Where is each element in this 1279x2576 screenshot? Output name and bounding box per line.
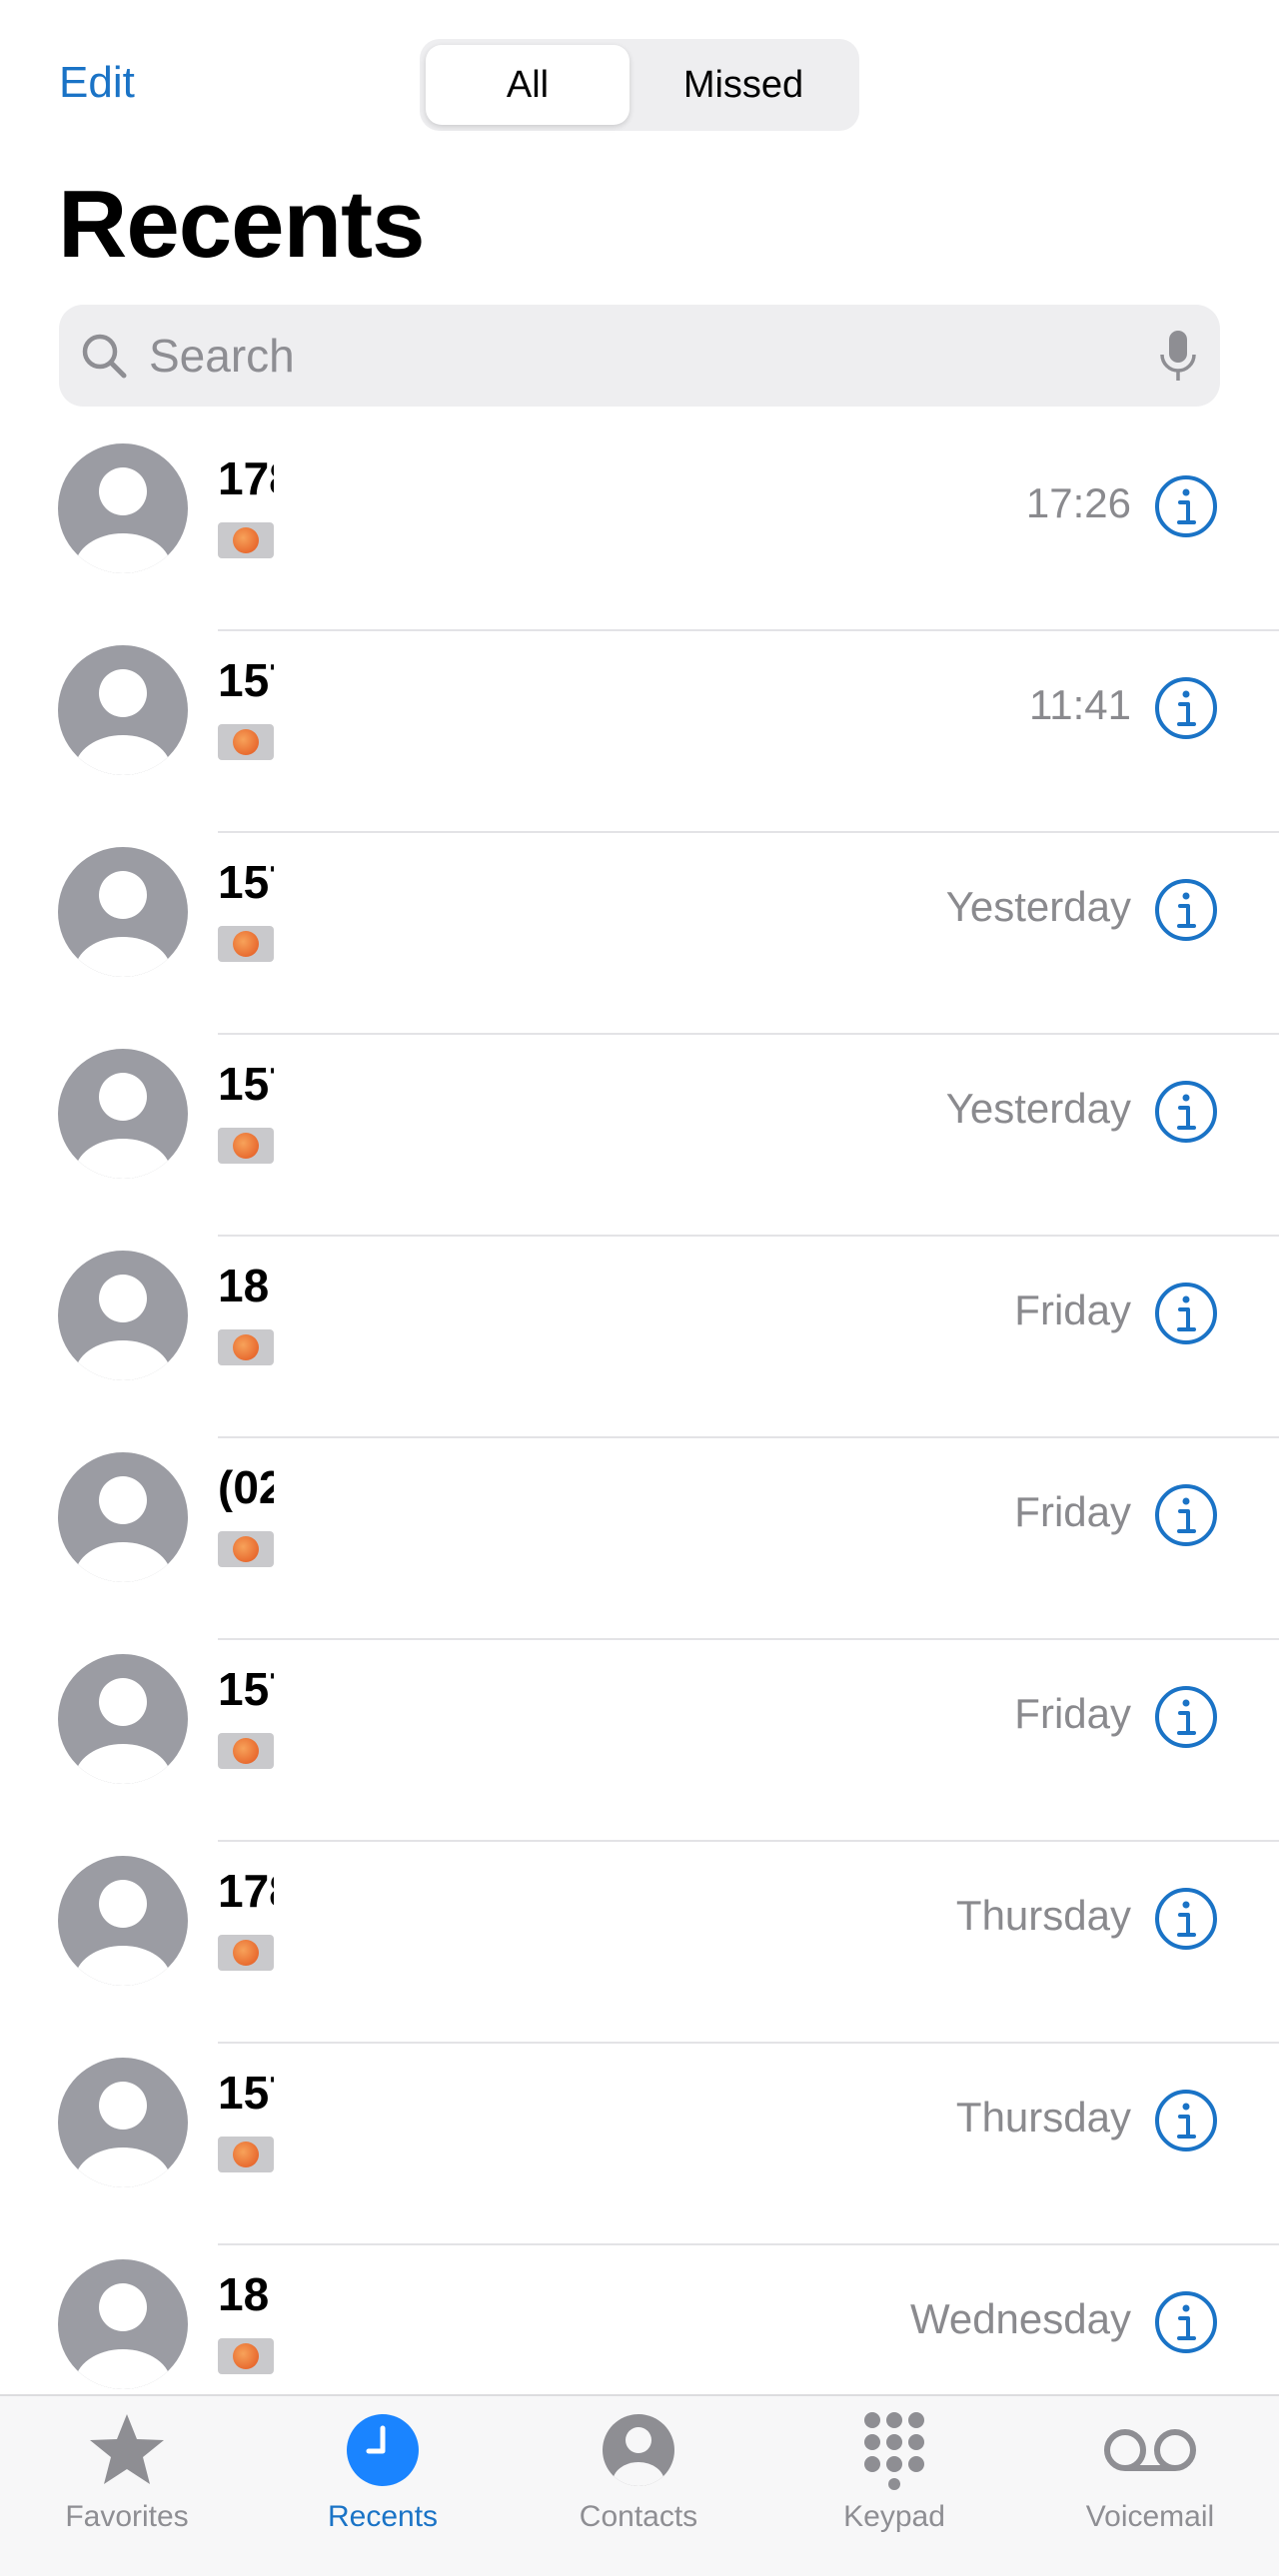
person-icon bbox=[75, 1476, 171, 1582]
caller-number: 18 bbox=[218, 1260, 270, 1310]
call-time: Thursday bbox=[955, 1892, 1131, 1939]
person-icon bbox=[75, 1275, 171, 1380]
person-circle-icon bbox=[603, 2414, 674, 2486]
tab-bar: Favorites Recents Contacts Keypad Voicem… bbox=[0, 2394, 1279, 2576]
call-time: 17:26 bbox=[1025, 479, 1131, 526]
sim-label-icon bbox=[218, 1531, 274, 1567]
call-row[interactable]: 157 Yesterday bbox=[0, 833, 1279, 1035]
tab-voicemail[interactable]: Voicemail bbox=[1040, 2410, 1260, 2534]
star-icon bbox=[90, 2414, 164, 2484]
sim-label-icon bbox=[218, 2137, 274, 2172]
person-icon bbox=[75, 669, 171, 775]
call-time: Yesterday bbox=[945, 883, 1131, 930]
recents-list: 178 17:26 157 11:41 bbox=[0, 429, 1279, 2447]
person-icon bbox=[75, 1880, 171, 1986]
person-icon bbox=[75, 871, 171, 977]
caller-number: 157 bbox=[218, 2067, 274, 2118]
avatar bbox=[58, 2259, 188, 2389]
caller-number: 18 bbox=[218, 2268, 270, 2319]
avatar bbox=[58, 443, 188, 573]
person-icon bbox=[75, 467, 171, 573]
microphone-icon[interactable] bbox=[1158, 329, 1198, 385]
info-icon[interactable] bbox=[1153, 1281, 1219, 1346]
avatar bbox=[58, 1654, 188, 1784]
segment-missed[interactable]: Missed bbox=[634, 45, 853, 125]
avatar bbox=[58, 2058, 188, 2187]
search-icon bbox=[82, 334, 127, 379]
call-time: Friday bbox=[1014, 1690, 1131, 1737]
caller-number: 157 bbox=[218, 654, 274, 705]
info-icon[interactable] bbox=[1153, 1886, 1219, 1952]
page-title: Recents bbox=[58, 171, 425, 278]
sim-label-icon bbox=[218, 1128, 274, 1164]
tab-keypad[interactable]: Keypad bbox=[784, 2410, 1004, 2534]
sim-label-icon bbox=[218, 926, 274, 962]
caller-number: 157 bbox=[218, 856, 274, 907]
keypad-icon bbox=[864, 2412, 924, 2490]
caller-number: 157 bbox=[218, 1663, 274, 1714]
person-icon bbox=[75, 1678, 171, 1784]
avatar bbox=[58, 645, 188, 775]
sim-label-icon bbox=[218, 1329, 274, 1365]
call-row[interactable]: 157 11:41 bbox=[0, 631, 1279, 833]
call-time: Yesterday bbox=[945, 1085, 1131, 1132]
sim-label-icon bbox=[218, 2338, 274, 2374]
info-icon[interactable] bbox=[1153, 2289, 1219, 2355]
avatar bbox=[58, 847, 188, 977]
info-icon[interactable] bbox=[1153, 877, 1219, 943]
person-icon bbox=[75, 1073, 171, 1179]
avatar bbox=[58, 1856, 188, 1986]
clock-icon bbox=[347, 2414, 419, 2486]
sim-label-icon bbox=[218, 522, 274, 558]
call-time: 11:41 bbox=[1029, 681, 1131, 728]
call-row[interactable]: 178 Thursday bbox=[0, 1842, 1279, 2044]
tab-contacts[interactable]: Contacts bbox=[529, 2410, 748, 2534]
avatar bbox=[58, 1452, 188, 1582]
call-row[interactable]: 18 Friday bbox=[0, 1237, 1279, 1438]
call-row[interactable]: (02 Friday bbox=[0, 1438, 1279, 1640]
tab-recents[interactable]: Recents bbox=[273, 2410, 493, 2534]
caller-number: 178 bbox=[218, 452, 274, 503]
info-icon[interactable] bbox=[1153, 675, 1219, 741]
info-icon[interactable] bbox=[1153, 1482, 1219, 1548]
person-icon bbox=[75, 2082, 171, 2187]
caller-number: 178 bbox=[218, 1865, 274, 1916]
info-icon[interactable] bbox=[1153, 2088, 1219, 2153]
sim-label-icon bbox=[218, 1935, 274, 1971]
voicemail-icon bbox=[1104, 2429, 1196, 2471]
segment-all[interactable]: All bbox=[426, 45, 630, 125]
call-row[interactable]: 178 17:26 bbox=[0, 429, 1279, 631]
call-time: Friday bbox=[1014, 1287, 1131, 1333]
sim-label-icon bbox=[218, 1733, 274, 1769]
avatar bbox=[58, 1251, 188, 1380]
caller-number: 157 bbox=[218, 1058, 274, 1109]
info-icon[interactable] bbox=[1153, 1079, 1219, 1145]
search-bar bbox=[59, 305, 1220, 407]
tab-favorites[interactable]: Favorites bbox=[17, 2410, 237, 2534]
filter-segmented-control: All Missed bbox=[420, 39, 859, 131]
avatar bbox=[58, 1049, 188, 1179]
info-icon[interactable] bbox=[1153, 473, 1219, 539]
call-row[interactable]: 157 Friday bbox=[0, 1640, 1279, 1842]
search-input[interactable] bbox=[149, 323, 1148, 389]
call-time: Friday bbox=[1014, 1488, 1131, 1535]
call-time: Wednesday bbox=[909, 2295, 1131, 2342]
call-row[interactable]: 157 Thursday bbox=[0, 2044, 1279, 2245]
call-time: Thursday bbox=[955, 2094, 1131, 2141]
caller-number: (02 bbox=[218, 1461, 274, 1512]
info-icon[interactable] bbox=[1153, 1684, 1219, 1750]
person-icon bbox=[75, 2283, 171, 2389]
sim-label-icon bbox=[218, 724, 274, 760]
call-row[interactable]: 157 Yesterday bbox=[0, 1035, 1279, 1237]
edit-button[interactable]: Edit bbox=[59, 58, 135, 108]
